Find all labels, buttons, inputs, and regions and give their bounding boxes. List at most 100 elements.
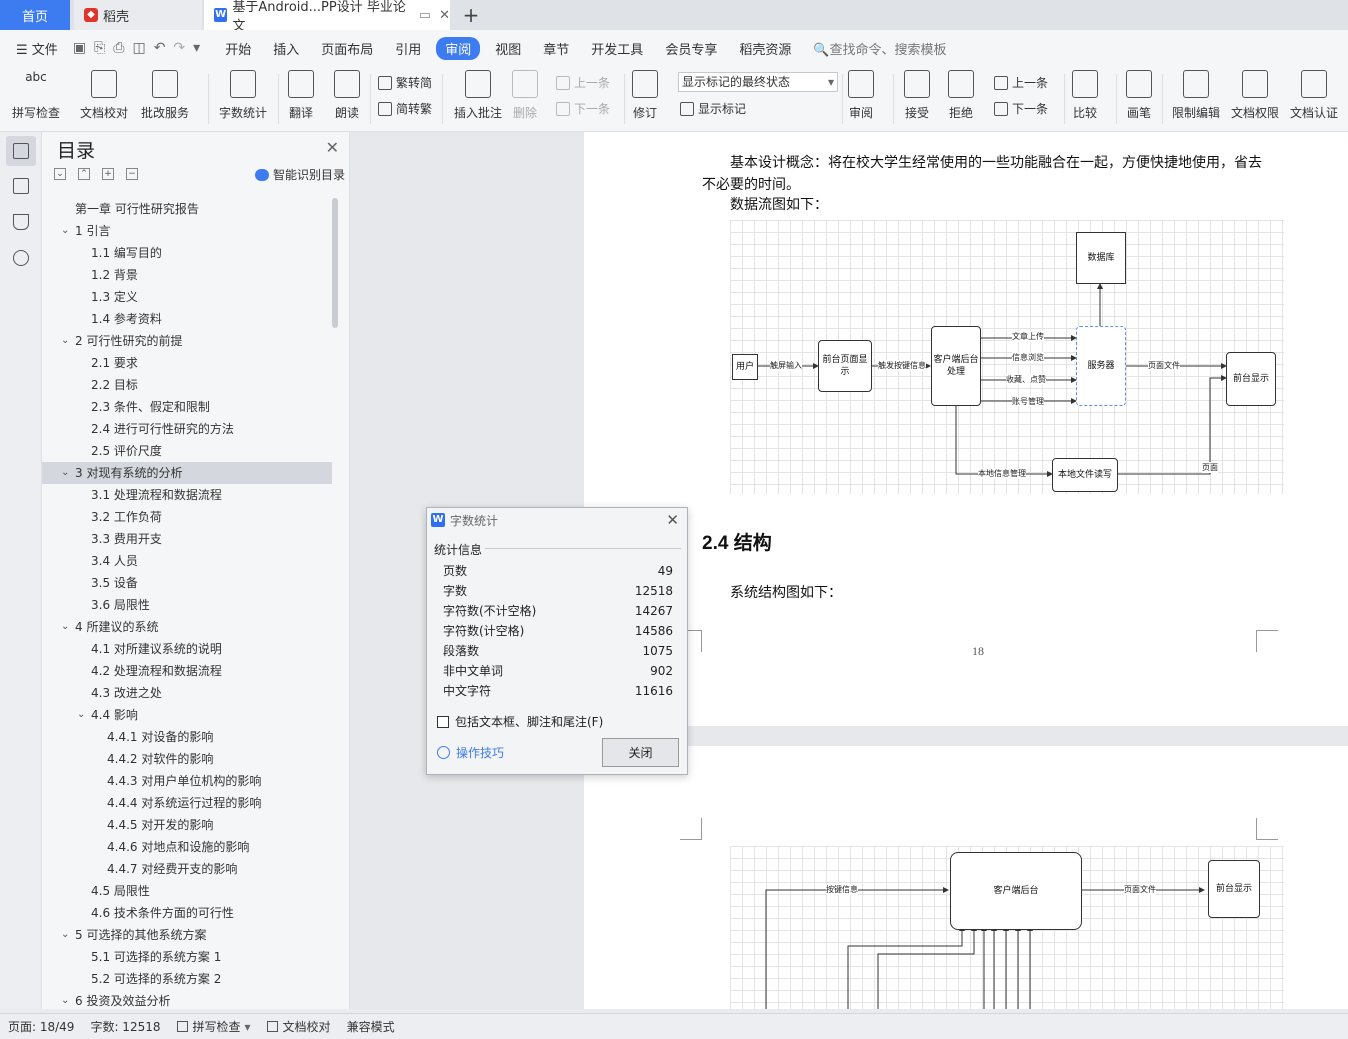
toc-item[interactable]: ⌄ 3 对现有系统的分析 xyxy=(42,462,332,484)
save-icon[interactable]: ▣ xyxy=(69,40,90,56)
menu-member[interactable]: 会员专享 xyxy=(654,39,728,58)
toc-item[interactable]: 5.2 可选择的系统方案 2 xyxy=(42,968,332,990)
toc-item[interactable]: 4.4.3 对用户单位机构的影响 xyxy=(42,770,332,792)
chevron-down-icon[interactable]: ⌄ xyxy=(61,462,69,484)
compare-button[interactable]: 比较 xyxy=(1072,70,1098,121)
chapter-nav-icon[interactable] xyxy=(13,178,29,194)
node-front-page[interactable]: 前台页面显示 xyxy=(818,340,872,392)
menu-review[interactable]: 审阅 xyxy=(436,36,481,60)
toc-item[interactable]: 4.5 局限性 xyxy=(42,880,332,902)
toc-item[interactable]: 3.6 局限性 xyxy=(42,594,332,616)
toc-item[interactable]: ⌄ 1 引言 xyxy=(42,220,332,242)
tab-window-icon[interactable]: ▭ xyxy=(419,8,431,23)
toc-item[interactable]: 3.3 费用开支 xyxy=(42,528,332,550)
toc-item[interactable]: 2.4 进行可行性研究的方法 xyxy=(42,418,332,440)
toc-item[interactable]: 1.4 参考资料 xyxy=(42,308,332,330)
toc-item[interactable]: 4.1 对所建议系统的说明 xyxy=(42,638,332,660)
menu-insert[interactable]: 插入 xyxy=(262,39,310,58)
close-icon[interactable]: ✕ xyxy=(326,138,339,157)
toc-panel-icon[interactable] xyxy=(13,143,29,159)
toc-scrollbar[interactable] xyxy=(332,198,338,328)
prev-comment-button[interactable]: 上一条 xyxy=(556,74,610,91)
accept-button[interactable]: 接受 xyxy=(904,70,930,121)
trad-to-simp-button[interactable]: 繁转简 xyxy=(378,74,432,91)
toc-item[interactable]: 2.2 目标 xyxy=(42,374,332,396)
close-icon[interactable]: ✕ xyxy=(666,511,679,529)
toc-item[interactable]: ⌄ 4 所建议的系统 xyxy=(42,616,332,638)
include-notes-checkbox[interactable]: 包括文本框、脚注和尾注(F) xyxy=(437,713,603,730)
simp-to-trad-button[interactable]: 简转繁 xyxy=(378,100,432,117)
chevron-down-icon[interactable]: ⌄ xyxy=(61,330,69,352)
read-aloud-button[interactable]: 朗读 xyxy=(334,70,360,121)
toc-item[interactable]: 4.4.2 对软件的影响 xyxy=(42,748,332,770)
smart-toc-button[interactable]: 智能识别目录 xyxy=(254,166,345,183)
toc-item[interactable]: 4.4.1 对设备的影响 xyxy=(42,726,332,748)
node-user[interactable]: 用户 xyxy=(732,354,758,380)
toc-item[interactable]: 3.5 设备 xyxy=(42,572,332,594)
show-markup-button[interactable]: 显示标记 xyxy=(680,100,746,117)
print-icon[interactable]: ⎙ xyxy=(109,40,128,56)
toc-item[interactable]: 4.2 处理流程和数据流程 xyxy=(42,660,332,682)
spell-check-button[interactable]: abc 拼写检查 xyxy=(12,70,60,121)
redo-icon[interactable]: ↷ xyxy=(169,40,189,56)
print-preview-icon[interactable]: ◫ xyxy=(128,40,149,56)
batch-correct-button[interactable]: 批改服务 xyxy=(141,70,189,121)
close-button[interactable]: 关闭 xyxy=(602,738,679,767)
node-database[interactable]: 数据库 xyxy=(1076,232,1126,284)
chevron-down-icon[interactable]: ⌄ xyxy=(61,990,69,1012)
translate-button[interactable]: 翻译 xyxy=(288,70,314,121)
status-doc-proof[interactable]: 文档校对 xyxy=(259,1018,339,1035)
search-icon[interactable] xyxy=(13,250,29,266)
collapse-all-icon[interactable]: ⌄ xyxy=(54,168,66,180)
next-change-button[interactable]: 下一条 xyxy=(994,100,1048,117)
prev-change-button[interactable]: 上一条 xyxy=(994,74,1048,91)
word-count-indicator[interactable]: 字数: 12518 xyxy=(82,1018,168,1035)
toc-item[interactable]: ⌄ 5 可选择的其他系统方案 xyxy=(42,924,332,946)
menu-start[interactable]: 开始 xyxy=(214,39,262,58)
toc-item[interactable]: 第一章 可行性研究报告 xyxy=(42,198,332,220)
word-count-button[interactable]: 字数统计 xyxy=(219,70,267,121)
data-flow-diagram[interactable]: 用户 前台页面显示 客户端后台处理 服务器 数据库 前台显示 本地文件读写 触屏… xyxy=(730,220,1284,494)
node-client-backend[interactable]: 客户端后台 xyxy=(950,852,1082,930)
dialog-titlebar[interactable]: W 字数统计 xyxy=(427,508,687,532)
tab-home[interactable]: 首页 xyxy=(0,0,70,30)
markup-state-select[interactable]: 显示标记的最终状态 ▾ xyxy=(678,72,838,92)
toc-item[interactable]: 3.1 处理流程和数据流程 xyxy=(42,484,332,506)
customize-quickbar-icon[interactable]: ▾ xyxy=(189,40,204,56)
toc-item[interactable]: 2.1 要求 xyxy=(42,352,332,374)
toc-item[interactable]: 4.3 改进之处 xyxy=(42,682,332,704)
node-local-file[interactable]: 本地文件读写 xyxy=(1052,458,1118,492)
tab-document[interactable]: W 基于Android...PP设计 毕业论文 ▭ ✕ xyxy=(204,0,450,34)
menu-reference[interactable]: 引用 xyxy=(384,39,432,58)
insert-comment-button[interactable]: 插入批注 xyxy=(454,70,502,121)
delete-comment-button[interactable]: 删除 xyxy=(512,70,538,121)
track-changes-button[interactable]: 修订 xyxy=(632,70,658,121)
chevron-down-icon[interactable]: ⌄ xyxy=(61,616,69,638)
toc-item[interactable]: 5.1 可选择的系统方案 1 xyxy=(42,946,332,968)
new-tab-button[interactable]: + xyxy=(456,0,486,30)
tab-close-icon[interactable]: ✕ xyxy=(439,8,450,23)
system-structure-diagram[interactable]: 客户端后台 前台显示 按键信息 页面文件 xyxy=(730,846,1284,1009)
toc-item[interactable]: 1.2 背景 xyxy=(42,264,332,286)
chevron-down-icon[interactable]: ⌄ xyxy=(61,220,69,242)
page-indicator[interactable]: 页面: 18/49 xyxy=(0,1018,82,1035)
doc-cert-button[interactable]: 文档认证 xyxy=(1290,70,1338,121)
doc-permission-button[interactable]: 文档权限 xyxy=(1231,70,1279,121)
toc-item[interactable]: 1.1 编写目的 xyxy=(42,242,332,264)
tips-link[interactable]: 操作技巧 xyxy=(437,744,504,761)
menu-view[interactable]: 视图 xyxy=(484,39,532,58)
menu-devtools[interactable]: 开发工具 xyxy=(580,39,654,58)
menu-layout[interactable]: 页面布局 xyxy=(310,39,384,58)
toc-item[interactable]: 1.3 定义 xyxy=(42,286,332,308)
review-pane-button[interactable]: 审阅 xyxy=(848,70,874,121)
chevron-down-icon[interactable]: ⌄ xyxy=(77,704,85,726)
node-client-backend[interactable]: 客户端后台处理 xyxy=(931,326,981,406)
node-front-display[interactable]: 前台显示 xyxy=(1226,352,1276,406)
toc-item[interactable]: 3.2 工作负荷 xyxy=(42,506,332,528)
export-pdf-icon[interactable]: ⎘ xyxy=(90,40,109,56)
file-menu[interactable]: ☰ 文件 xyxy=(0,39,69,58)
command-search[interactable]: 🔍查找命令、搜索模板 xyxy=(802,39,957,58)
add-heading-icon[interactable]: + xyxy=(102,168,114,180)
pen-button[interactable]: 画笔 xyxy=(1126,70,1152,121)
reject-button[interactable]: 拒绝 xyxy=(948,70,974,121)
